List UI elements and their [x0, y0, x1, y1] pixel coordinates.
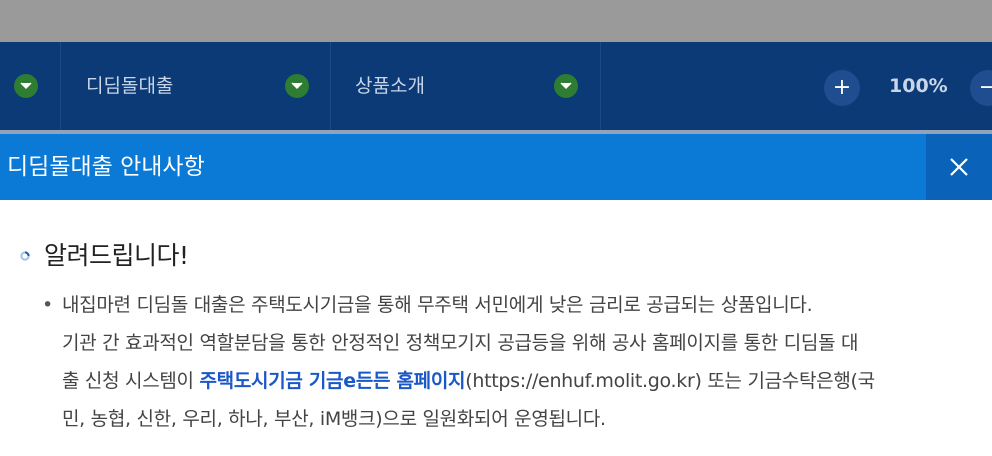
product-dropdown-button[interactable] [554, 74, 578, 98]
nav-item-product-intro[interactable]: 상품소개 [355, 73, 425, 99]
notice-line-1-text: 내집마련 디딤돌 대출은 주택도시기금을 통해 무주택 서민에게 낮은 금리로 … [62, 294, 813, 316]
notice-heading-text: 알려드립니다! [44, 241, 189, 270]
notice-heading: 알려드립니다! [20, 240, 189, 272]
zoom-out-button[interactable]: − [970, 70, 992, 106]
modal-header: 디딤돌대출 안내사항 [0, 134, 992, 200]
top-gray-bar [0, 0, 992, 42]
nav-divider [330, 42, 331, 130]
chevron-down-icon [291, 82, 303, 90]
home-dropdown-button[interactable] [14, 74, 38, 98]
notice-line-3-post: (https://enhuf.molit.go.kr) 또는 기금수탁은행(국 [465, 370, 875, 392]
navigation-bar: 디딤돌대출 상품소개 + 100% − [0, 42, 992, 130]
notice-paragraph: • 내집마련 디딤돌 대출은 주택도시기금을 통해 무주택 서민에게 낮은 금리로… [42, 286, 972, 438]
notice-line-3: 출 신청 시스템이 주택도시기금 기금e든든 홈페이지(https://enhu… [42, 362, 972, 400]
notice-line-2: 기관 간 효과적인 역할분담을 통한 안정적인 정책모기지 공급등을 위해 공사… [62, 332, 859, 354]
nav-divider [600, 42, 601, 130]
bullet-ring-icon [20, 251, 30, 261]
close-icon [950, 158, 968, 176]
modal-title: 디딤돌대출 안내사항 [7, 154, 205, 180]
zoom-level: 100% [889, 75, 948, 97]
zoom-in-button[interactable]: + [824, 70, 860, 106]
notice-line-3-pre: 출 신청 시스템이 [62, 370, 200, 392]
chevron-down-icon [560, 82, 572, 90]
close-button[interactable] [926, 134, 992, 200]
bullet-dot-icon: • [42, 294, 53, 316]
fund-homepage-link[interactable]: 주택도시기금 기금e든든 홈페이지 [199, 370, 465, 392]
chevron-down-icon [20, 82, 32, 90]
nav-item-didimdol-loan[interactable]: 디딤돌대출 [86, 73, 173, 99]
nav-divider [60, 42, 61, 130]
notice-line-1: • 내집마련 디딤돌 대출은 주택도시기금을 통해 무주택 서민에게 낮은 금리로… [42, 286, 972, 324]
didimdol-dropdown-button[interactable] [285, 74, 309, 98]
notice-line-4: 민, 농협, 신한, 우리, 하나, 부산, iM뱅크)으로 일원화되어 운영됩… [62, 408, 606, 430]
